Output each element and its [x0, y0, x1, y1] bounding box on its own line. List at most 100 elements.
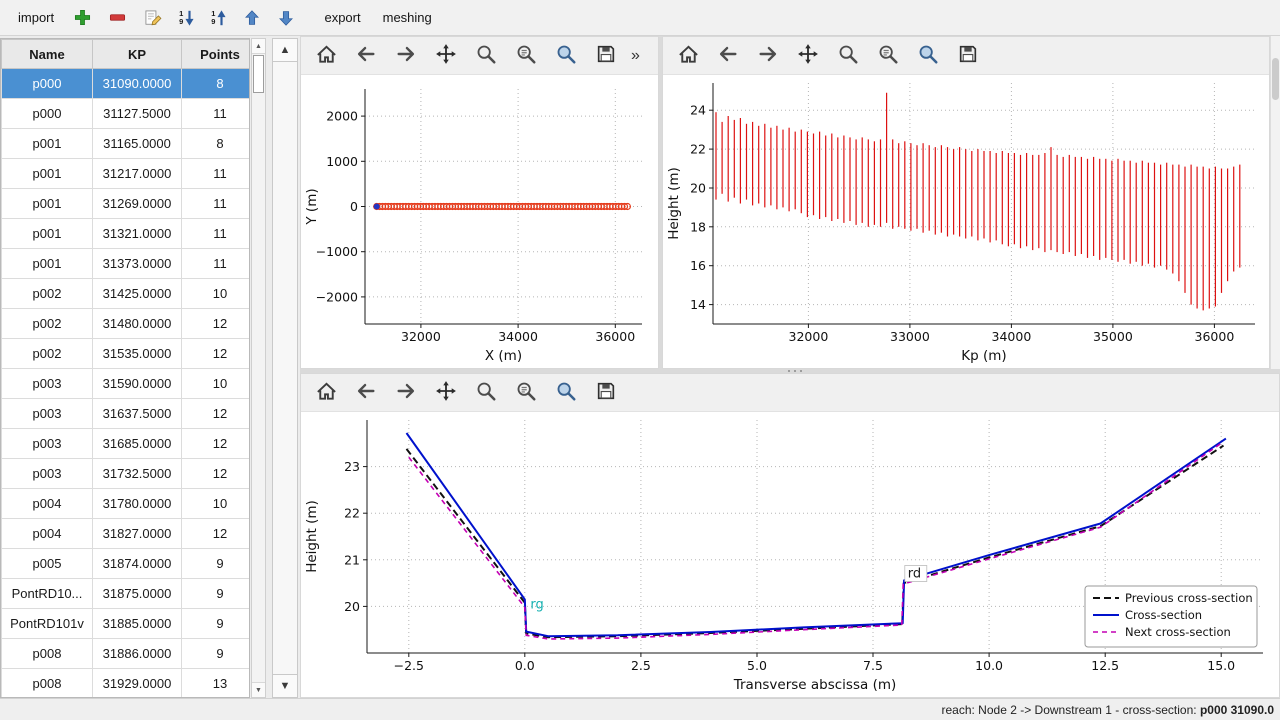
- right-scrollbar[interactable]: [1270, 36, 1280, 369]
- add-section-button[interactable]: [68, 6, 97, 29]
- forward-button[interactable]: [389, 41, 423, 71]
- table-cell[interactable]: 31874.0000: [93, 549, 182, 579]
- customize-button[interactable]: [549, 41, 583, 71]
- table-row[interactable]: p00231425.000010: [2, 279, 251, 309]
- table-row[interactable]: p00231480.000012: [2, 309, 251, 339]
- table-cell[interactable]: 31165.0000: [93, 129, 182, 159]
- table-cell[interactable]: 31090.0000: [93, 69, 182, 99]
- home-button[interactable]: [309, 378, 343, 408]
- subplots-button[interactable]: [509, 378, 543, 408]
- table-cell[interactable]: p003: [2, 429, 93, 459]
- toolbar-overflow-chevron[interactable]: »: [631, 47, 640, 65]
- table-cell[interactable]: 13: [182, 669, 251, 699]
- back-button[interactable]: [711, 41, 745, 71]
- save-button[interactable]: [951, 41, 985, 71]
- table-cell[interactable]: 11: [182, 189, 251, 219]
- subplots-button[interactable]: [509, 41, 543, 71]
- table-cell[interactable]: 9: [182, 579, 251, 609]
- scroll-down-icon[interactable]: ▼: [252, 682, 265, 697]
- edit-section-button[interactable]: [138, 6, 168, 30]
- table-cell[interactable]: p004: [2, 489, 93, 519]
- sort-descending-button[interactable]: 19: [174, 7, 200, 29]
- table-cell[interactable]: p005: [2, 549, 93, 579]
- table-cell[interactable]: 8: [182, 69, 251, 99]
- table-scrollbar[interactable]: ▲ ▼: [251, 38, 266, 698]
- table-cell[interactable]: 31217.0000: [93, 159, 182, 189]
- table-cell[interactable]: 9: [182, 639, 251, 669]
- table-cell[interactable]: 31269.0000: [93, 189, 182, 219]
- table-cell[interactable]: 31373.0000: [93, 249, 182, 279]
- import-button[interactable]: import: [8, 6, 64, 29]
- move-down-button[interactable]: [272, 7, 300, 29]
- table-cell[interactable]: 31827.0000: [93, 519, 182, 549]
- table-cell[interactable]: p001: [2, 159, 93, 189]
- table-cell[interactable]: 31321.0000: [93, 219, 182, 249]
- table-cell[interactable]: 31535.0000: [93, 339, 182, 369]
- table-cell[interactable]: 12: [182, 399, 251, 429]
- table-cell[interactable]: 9: [182, 549, 251, 579]
- table-cell[interactable]: 12: [182, 309, 251, 339]
- table-row[interactable]: p00831886.00009: [2, 639, 251, 669]
- table-row[interactable]: p00131217.000011: [2, 159, 251, 189]
- table-cell[interactable]: 12: [182, 339, 251, 369]
- table-cell[interactable]: 8: [182, 129, 251, 159]
- table-row[interactable]: p00331732.500012: [2, 459, 251, 489]
- table-cell[interactable]: p004: [2, 519, 93, 549]
- pan-button[interactable]: [429, 378, 463, 408]
- table-cell[interactable]: 31886.0000: [93, 639, 182, 669]
- column-header-points[interactable]: Points: [182, 40, 251, 69]
- column-header-kp[interactable]: KP: [93, 40, 182, 69]
- table-cell[interactable]: p001: [2, 129, 93, 159]
- back-button[interactable]: [349, 41, 383, 71]
- table-cell[interactable]: 31590.0000: [93, 369, 182, 399]
- export-button[interactable]: export: [314, 6, 370, 29]
- table-cell[interactable]: 31732.5000: [93, 459, 182, 489]
- table-cell[interactable]: 31780.0000: [93, 489, 182, 519]
- sort-ascending-button[interactable]: 19: [206, 7, 232, 29]
- table-cell[interactable]: 31425.0000: [93, 279, 182, 309]
- table-cell[interactable]: p008: [2, 639, 93, 669]
- scroll-up-icon[interactable]: ▲: [252, 39, 265, 54]
- table-cell[interactable]: 31875.0000: [93, 579, 182, 609]
- table-cell[interactable]: 31637.5000: [93, 399, 182, 429]
- meshing-button[interactable]: meshing: [373, 6, 442, 29]
- subplots-button[interactable]: [871, 41, 905, 71]
- longitudinal-profile-chart[interactable]: 3200033000340003500036000141618202224Kp …: [663, 75, 1269, 368]
- table-cell[interactable]: 11: [182, 99, 251, 129]
- table-cell[interactable]: p001: [2, 219, 93, 249]
- table-row[interactable]: p00331637.500012: [2, 399, 251, 429]
- zoom-button[interactable]: [469, 41, 503, 71]
- home-button[interactable]: [671, 41, 705, 71]
- table-cell[interactable]: 11: [182, 159, 251, 189]
- table-cell[interactable]: p003: [2, 459, 93, 489]
- table-cell[interactable]: 31127.5000: [93, 99, 182, 129]
- table-row[interactable]: p00031090.00008: [2, 69, 251, 99]
- table-row[interactable]: p00331590.000010: [2, 369, 251, 399]
- table-row[interactable]: p00131373.000011: [2, 249, 251, 279]
- remove-section-button[interactable]: [103, 6, 132, 29]
- move-up-button[interactable]: [238, 7, 266, 29]
- table-cell[interactable]: p003: [2, 369, 93, 399]
- table-cell[interactable]: 31885.0000: [93, 609, 182, 639]
- table-cell[interactable]: p001: [2, 249, 93, 279]
- table-cell[interactable]: 9: [182, 609, 251, 639]
- cross-section-chart[interactable]: −2.50.02.55.07.510.012.515.020212223rgrd…: [301, 412, 1279, 697]
- pan-button[interactable]: [429, 41, 463, 71]
- table-cell[interactable]: 12: [182, 519, 251, 549]
- table-cell[interactable]: 31929.0000: [93, 669, 182, 699]
- table-row[interactable]: p00431827.000012: [2, 519, 251, 549]
- forward-button[interactable]: [751, 41, 785, 71]
- scroll-down-button[interactable]: ▼: [273, 674, 297, 697]
- zoom-button[interactable]: [469, 378, 503, 408]
- column-header-name[interactable]: Name: [2, 40, 93, 69]
- zoom-button[interactable]: [831, 41, 865, 71]
- table-row[interactable]: PontRD101v31885.00009: [2, 609, 251, 639]
- table-row[interactable]: p00331685.000012: [2, 429, 251, 459]
- save-button[interactable]: [589, 41, 623, 71]
- forward-button[interactable]: [389, 378, 423, 408]
- table-cell[interactable]: 31480.0000: [93, 309, 182, 339]
- table-cell[interactable]: p002: [2, 279, 93, 309]
- table-cell[interactable]: p001: [2, 189, 93, 219]
- table-cell[interactable]: PontRD101v: [2, 609, 93, 639]
- table-row[interactable]: p00831929.000013: [2, 669, 251, 699]
